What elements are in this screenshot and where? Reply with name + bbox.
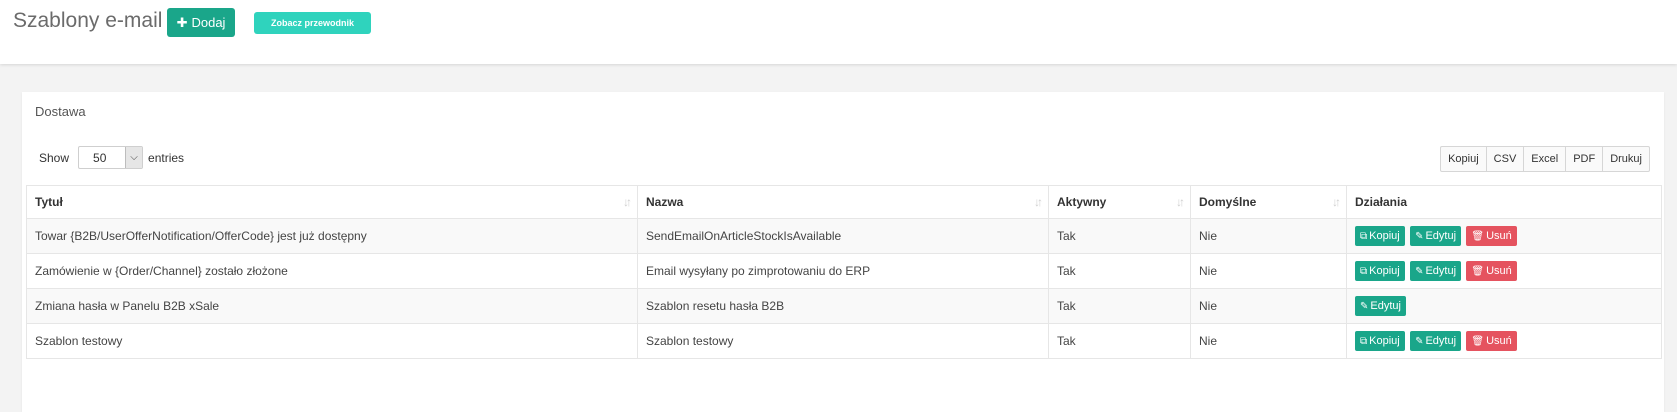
delete-button[interactable]: 🗑 Usuń: [1466, 261, 1517, 281]
cell-name: Szablon testowy: [637, 323, 1049, 359]
cell-active: Tak: [1048, 253, 1191, 289]
edit-icon: ✎: [1415, 265, 1424, 277]
table-row: Zmiana hasła w Panelu B2B xSale Szablon …: [26, 288, 1662, 324]
sort-icon: ↓↑: [1034, 195, 1043, 209]
copy-icon: ⧉: [1360, 230, 1368, 242]
column-header-active[interactable]: Aktywny ↓↑: [1048, 185, 1191, 219]
cell-title: Zmiana hasła w Panelu B2B xSale: [26, 288, 638, 324]
page-title: Szablony e-mail: [13, 9, 163, 32]
edit-icon: ✎: [1415, 230, 1424, 242]
show-label: Show: [39, 150, 70, 165]
add-button-label: Dodaj: [191, 15, 226, 30]
templates-card: Dostawa Show 50 ⌵ entries Kopiuj CSV Exc…: [22, 92, 1664, 412]
copy-button[interactable]: ⧉ Kopiuj: [1355, 226, 1405, 246]
cell-actions: ⧉ Kopiuj ✎ Edytuj 🗑 Usuń: [1346, 323, 1662, 359]
trash-icon: 🗑: [1471, 335, 1485, 347]
entries-select[interactable]: 50 ⌵: [78, 146, 144, 169]
entries-select-value: 50: [93, 150, 107, 165]
sort-icon: ↓↑: [623, 195, 632, 209]
column-header-title[interactable]: Tytuł ↓↑: [26, 185, 638, 219]
copy-button[interactable]: ⧉ Kopiuj: [1355, 261, 1405, 281]
card-title: Dostawa: [35, 104, 86, 119]
column-header-default[interactable]: Domyślne ↓↑: [1190, 185, 1347, 219]
page-header: Szablony e-mail ✚ Dodaj Zobacz przewodni…: [0, 0, 1677, 64]
trash-icon: 🗑: [1471, 230, 1485, 242]
delete-button[interactable]: 🗑 Usuń: [1466, 331, 1517, 351]
edit-button[interactable]: ✎ Edytuj: [1410, 261, 1462, 281]
cell-name: Szablon resetu hasła B2B: [637, 288, 1049, 324]
edit-button[interactable]: ✎ Edytuj: [1410, 331, 1462, 351]
guide-button[interactable]: Zobacz przewodnik: [254, 12, 371, 34]
edit-icon: ✎: [1415, 335, 1424, 347]
cell-active: Tak: [1048, 218, 1191, 254]
cell-title: Towar {B2B/UserOfferNotification/OfferCo…: [26, 218, 638, 254]
cell-actions: ⧉ Kopiuj ✎ Edytuj 🗑 Usuń: [1346, 253, 1662, 289]
sort-icon: ↓↑: [1332, 195, 1341, 209]
table-row: Szablon testowy Szablon testowy Tak Nie …: [26, 323, 1662, 359]
chevron-down-icon: ⌵: [125, 147, 143, 168]
cell-active: Tak: [1048, 323, 1191, 359]
column-header-name[interactable]: Nazwa ↓↑: [637, 185, 1049, 219]
cell-active: Tak: [1048, 288, 1191, 324]
edit-button[interactable]: ✎ Edytuj: [1355, 296, 1406, 316]
cell-default: Nie: [1190, 218, 1347, 254]
add-button[interactable]: ✚ Dodaj: [167, 8, 235, 37]
export-pdf-button[interactable]: PDF: [1565, 147, 1602, 171]
table-header-row: Tytuł ↓↑ Nazwa ↓↑ Aktywny ↓↑ Domyślne ↓↑ Dzi…: [26, 185, 1662, 219]
plus-icon: ✚: [176, 14, 188, 30]
cell-default: Nie: [1190, 323, 1347, 359]
export-print-button[interactable]: Drukuj: [1602, 147, 1649, 171]
cell-actions: ✎ Edytuj: [1346, 288, 1662, 324]
edit-button[interactable]: ✎ Edytuj: [1410, 226, 1462, 246]
copy-icon: ⧉: [1360, 265, 1368, 277]
copy-icon: ⧉: [1360, 335, 1368, 347]
trash-icon: 🗑: [1471, 265, 1485, 277]
templates-table: Tytuł ↓↑ Nazwa ↓↑ Aktywny ↓↑ Domyślne ↓↑ Dzi…: [26, 185, 1662, 359]
cell-default: Nie: [1190, 288, 1347, 324]
cell-name: SendEmailOnArticleStockIsAvailable: [637, 218, 1049, 254]
entries-length: Show 50 ⌵ entries: [39, 146, 184, 169]
cell-name: Email wysyłany po zimprotowaniu do ERP: [637, 253, 1049, 289]
entries-label: entries: [148, 150, 185, 165]
cell-actions: ⧉ Kopiuj ✎ Edytuj 🗑 Usuń: [1346, 218, 1662, 254]
cell-default: Nie: [1190, 253, 1347, 289]
copy-button[interactable]: ⧉ Kopiuj: [1355, 331, 1405, 351]
edit-icon: ✎: [1360, 300, 1369, 312]
cell-title: Zamówienie w {Order/Channel} zostało zło…: [26, 253, 638, 289]
export-csv-button[interactable]: CSV: [1485, 147, 1524, 171]
export-copy-button[interactable]: Kopiuj: [1441, 147, 1486, 171]
table-row: Zamówienie w {Order/Channel} zostało zło…: [26, 253, 1662, 289]
delete-button[interactable]: 🗑 Usuń: [1466, 226, 1517, 246]
cell-title: Szablon testowy: [26, 323, 638, 359]
export-excel-button[interactable]: Excel: [1523, 147, 1565, 171]
column-header-actions: Działania: [1346, 185, 1662, 219]
export-buttons: Kopiuj CSV Excel PDF Drukuj: [1440, 146, 1650, 172]
sort-icon: ↓↑: [1176, 195, 1185, 209]
table-row: Towar {B2B/UserOfferNotification/OfferCo…: [26, 218, 1662, 254]
